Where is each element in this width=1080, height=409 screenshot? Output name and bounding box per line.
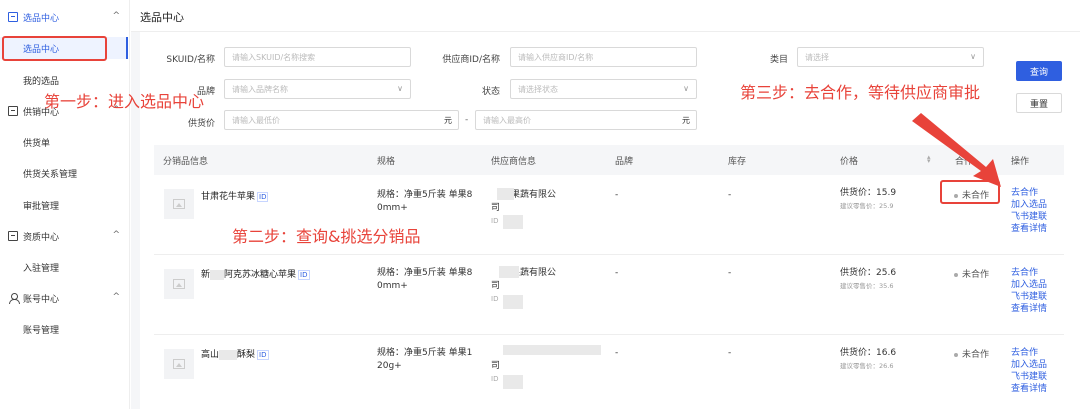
app: 选品中心 ^ 选品中心 我的选品 供销中心 ^ 供货单 供货关系管理 审批管理 …: [0, 0, 1080, 409]
annotation-arrow: [912, 113, 1001, 187]
arrow-icon: [912, 113, 1001, 187]
